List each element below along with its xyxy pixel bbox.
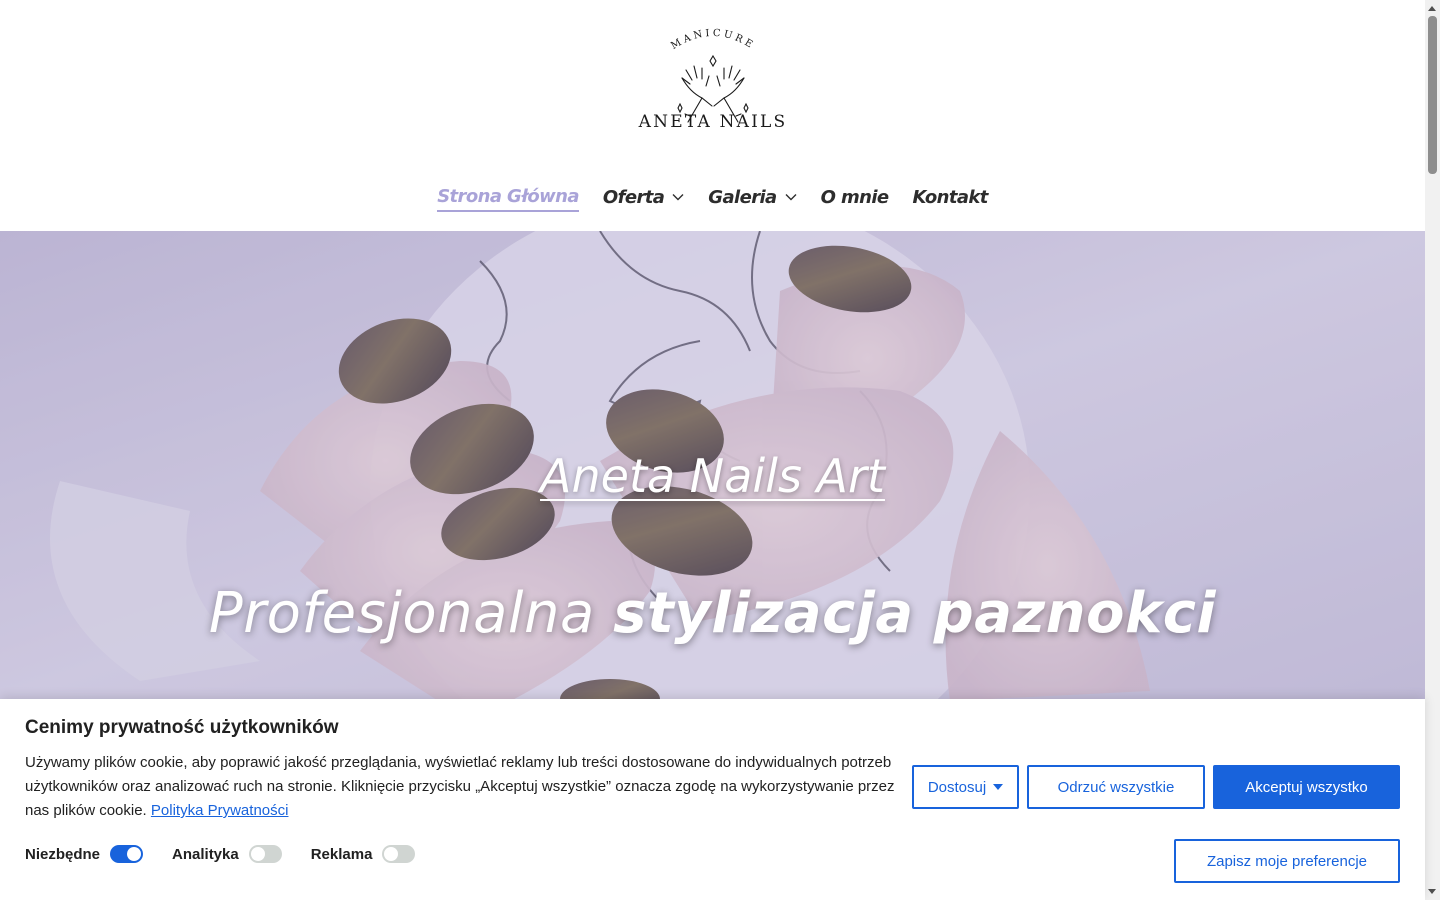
toggle-necessary-label: Niezbędne	[25, 845, 101, 863]
hero-subtitle-bold: stylizacja paznokci	[613, 581, 1217, 646]
toggle-advertising-switch[interactable]	[382, 845, 416, 863]
hero-title-link[interactable]: Aneta Nails Art	[540, 449, 885, 503]
nav-offer[interactable]: Oferta	[603, 182, 684, 212]
reject-all-button-label: Odrzuć wszystkie	[1057, 778, 1175, 796]
toggle-analytics-label: Analityka	[172, 845, 239, 863]
nav-about[interactable]: O mnie	[820, 182, 890, 212]
toggle-analytics: Analityka	[172, 845, 282, 863]
customize-button[interactable]: Dostosuj	[912, 765, 1019, 809]
privacy-policy-link[interactable]: Polityka Prywatności	[151, 802, 289, 819]
toggle-necessary: Niezbędne	[25, 845, 144, 863]
save-preferences-button-label: Zapisz moje preferencje	[1206, 852, 1368, 870]
chevron-down-icon	[785, 194, 797, 201]
cookie-description: Używamy plików cookie, aby poprawić jako…	[25, 751, 895, 823]
nav-gallery[interactable]: Galeria	[708, 182, 797, 212]
toggle-advertising-label: Reklama	[310, 845, 373, 863]
logo-wordmark: ANETA NAILS	[638, 112, 788, 132]
reject-all-button[interactable]: Odrzuć wszystkie	[1027, 765, 1205, 809]
toggle-advertising: Reklama	[311, 845, 416, 863]
nav-contact[interactable]: Kontakt	[912, 182, 989, 212]
nav-about-label: O mnie	[820, 186, 890, 208]
accept-all-button-label: Akceptuj wszystko	[1245, 778, 1368, 796]
hero-title: Aneta Nails Art	[0, 449, 1425, 503]
chevron-down-icon	[672, 194, 684, 201]
customize-button-label: Dostosuj	[927, 778, 987, 796]
nav-offer-label: Oferta	[602, 186, 665, 208]
cookie-category-toggles: Niezbędne Analityka Reklama	[25, 845, 444, 863]
cookie-title: Cenimy prywatność użytkowników	[25, 717, 339, 738]
toggle-necessary-switch[interactable]	[110, 845, 144, 863]
nav-gallery-label: Galeria	[708, 186, 777, 208]
scroll-down-arrow-icon[interactable]	[1428, 889, 1436, 894]
hero-subtitle-light: Profesjonalna	[208, 581, 595, 646]
nav-home[interactable]: Strona Główna	[437, 182, 580, 212]
cookie-consent-banner: Cenimy prywatność użytkowników Używamy p…	[0, 699, 1425, 900]
hero-subtitle: Profesjonalna stylizacja paznokci	[0, 581, 1425, 646]
main-navigation: Strona Główna Oferta Galeria O mnie Kont…	[0, 182, 1425, 212]
save-preferences-button[interactable]: Zapisz moje preferencje	[1174, 839, 1400, 883]
page-scrollbar[interactable]	[1425, 0, 1440, 900]
toggle-analytics-switch[interactable]	[248, 845, 282, 863]
hero-banner: Aneta Nails Art Profesjonalna stylizacja…	[0, 231, 1425, 699]
caret-down-icon	[993, 784, 1004, 790]
site-header: MANICURE ANETA NAILS Strona Główna Ofert…	[0, 0, 1425, 231]
site-logo[interactable]: MANICURE ANETA NAILS	[630, 22, 796, 138]
nav-home-label: Strona Główna	[437, 185, 579, 207]
scrollbar-thumb[interactable]	[1428, 16, 1437, 174]
accept-all-button[interactable]: Akceptuj wszystko	[1213, 765, 1400, 809]
scroll-up-arrow-icon[interactable]	[1428, 6, 1436, 11]
nav-contact-label: Kontakt	[912, 186, 989, 208]
